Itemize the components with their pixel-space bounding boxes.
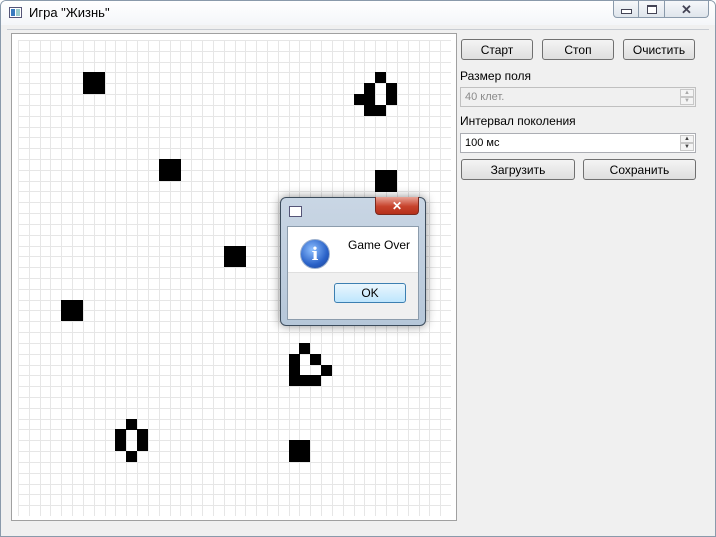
dialog-app-icon	[289, 206, 302, 217]
spin-up-icon[interactable]: ▲	[680, 135, 694, 143]
load-button[interactable]: Загрузить	[461, 159, 575, 180]
close-button[interactable]: ✕	[665, 1, 709, 18]
game-over-dialog: ✕ i Game Over OK	[280, 197, 426, 326]
close-icon: ✕	[681, 1, 692, 17]
live-cell[interactable]	[364, 83, 375, 94]
live-cell[interactable]	[94, 83, 105, 94]
dialog-footer: OK	[288, 272, 418, 319]
live-cell[interactable]	[72, 310, 83, 321]
live-cell[interactable]	[61, 310, 72, 321]
dialog-body: i Game Over OK	[287, 226, 419, 320]
interval-label: Интервал поколения	[460, 114, 576, 128]
live-cell[interactable]	[386, 83, 397, 94]
live-cell[interactable]	[83, 72, 94, 83]
info-icon: i	[300, 239, 330, 269]
main-window: Игра "Жизнь" ✕ Старт Стоп Очистить Разме…	[0, 0, 716, 537]
live-cell[interactable]	[310, 375, 321, 386]
dialog-close-button[interactable]: ✕	[375, 197, 419, 215]
field-size-spinbox[interactable]: 40 клет. ▲ ▼	[460, 87, 696, 107]
live-cell[interactable]	[224, 246, 235, 257]
spin-down-icon[interactable]: ▼	[680, 97, 694, 105]
live-cell[interactable]	[299, 451, 310, 462]
live-cell[interactable]	[375, 72, 386, 83]
app-window-icon	[9, 7, 22, 18]
window-title: Игра "Жизнь"	[29, 5, 110, 20]
live-cell[interactable]	[126, 451, 137, 462]
live-cell[interactable]	[94, 72, 105, 83]
stop-button[interactable]: Стоп	[542, 39, 614, 60]
live-cell[interactable]	[159, 170, 170, 181]
live-cell[interactable]	[289, 354, 300, 365]
live-cell[interactable]	[83, 83, 94, 94]
live-cell[interactable]	[364, 94, 375, 105]
minimize-button[interactable]	[613, 1, 639, 18]
field-size-value: 40 клет.	[465, 91, 505, 103]
live-cell[interactable]	[289, 365, 300, 376]
live-cell[interactable]	[170, 170, 181, 181]
live-cell[interactable]	[126, 419, 137, 430]
maximize-icon	[646, 4, 657, 14]
save-button[interactable]: Сохранить	[583, 159, 696, 180]
live-cell[interactable]	[72, 300, 83, 311]
live-cell[interactable]	[159, 159, 170, 170]
start-button[interactable]: Старт	[461, 39, 533, 60]
interval-value: 100 мс	[465, 137, 500, 149]
live-cell[interactable]	[289, 375, 300, 386]
live-cell[interactable]	[386, 94, 397, 105]
interval-spinbox[interactable]: 100 мс ▲ ▼	[460, 133, 696, 153]
live-cell[interactable]	[386, 170, 397, 181]
live-cell[interactable]	[310, 354, 321, 365]
spin-up-icon[interactable]: ▲	[680, 89, 694, 97]
field-size-stepper: ▲ ▼	[680, 89, 694, 105]
close-icon: ✕	[391, 198, 403, 213]
field-size-label: Размер поля	[460, 69, 531, 83]
title-bar[interactable]: Игра "Жизнь" ✕	[1, 1, 715, 25]
live-cell[interactable]	[115, 440, 126, 451]
live-cell[interactable]	[299, 440, 310, 451]
live-cell[interactable]	[299, 343, 310, 354]
dialog-message: Game Over	[348, 238, 411, 252]
maximize-button[interactable]	[639, 1, 665, 18]
live-cell[interactable]	[375, 105, 386, 116]
live-cell[interactable]	[137, 440, 148, 451]
live-cell[interactable]	[299, 375, 310, 386]
caption-buttons: ✕	[613, 1, 709, 19]
live-cell[interactable]	[289, 451, 300, 462]
live-cell[interactable]	[354, 94, 365, 105]
live-cell[interactable]	[61, 300, 72, 311]
live-cell[interactable]	[170, 159, 181, 170]
live-cell[interactable]	[375, 170, 386, 181]
live-cell[interactable]	[386, 181, 397, 192]
live-cell[interactable]	[289, 440, 300, 451]
clear-button[interactable]: Очистить	[623, 39, 695, 60]
ok-button[interactable]: OK	[334, 283, 406, 303]
spin-down-icon[interactable]: ▼	[680, 143, 694, 151]
live-cell[interactable]	[375, 181, 386, 192]
live-cell[interactable]	[224, 256, 235, 267]
live-cell[interactable]	[137, 429, 148, 440]
interval-stepper: ▲ ▼	[680, 135, 694, 151]
minimize-icon	[620, 9, 632, 14]
live-cell[interactable]	[321, 365, 332, 376]
live-cell[interactable]	[235, 256, 246, 267]
live-cell[interactable]	[235, 246, 246, 257]
live-cell[interactable]	[364, 105, 375, 116]
live-cell[interactable]	[115, 429, 126, 440]
